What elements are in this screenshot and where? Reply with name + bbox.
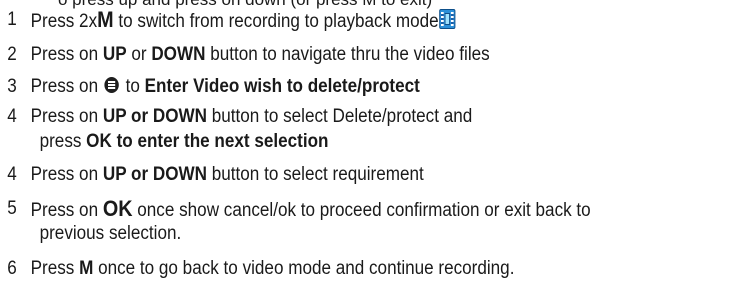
- down-key-label: DOWN: [151, 44, 206, 65]
- step-text: Press 2xM to switch from recording to pl…: [31, 7, 456, 35]
- step-number: 5: [7, 198, 17, 219]
- step-text-continued: press OK to enter the next selection: [39, 131, 329, 152]
- step-number: 4: [7, 164, 17, 185]
- step-number: 1: [7, 9, 17, 30]
- m-key-label: M: [97, 7, 114, 32]
- step-number: 4: [7, 106, 17, 127]
- step-text: Press on UP or DOWN button to select Del…: [30, 106, 473, 127]
- step-text-continued: previous selection.: [39, 223, 182, 244]
- step-text: Press on UP or DOWN button to navigate t…: [30, 44, 490, 65]
- step-text: Press on OK once show cancel/ok to proce…: [30, 196, 591, 221]
- film-playback-icon: [439, 9, 456, 29]
- step-number: 6: [7, 258, 17, 279]
- step-text: Press on to Enter Video wish to delete/p…: [30, 76, 420, 97]
- step-text: Press on UP or DOWN button to select req…: [30, 164, 424, 185]
- menu-icon: [104, 77, 120, 93]
- step-number: 3: [7, 76, 17, 97]
- step-number: 2: [7, 44, 17, 65]
- up-key-label: UP: [102, 44, 127, 65]
- step-text: Press M once to go back to video mode an…: [30, 258, 515, 279]
